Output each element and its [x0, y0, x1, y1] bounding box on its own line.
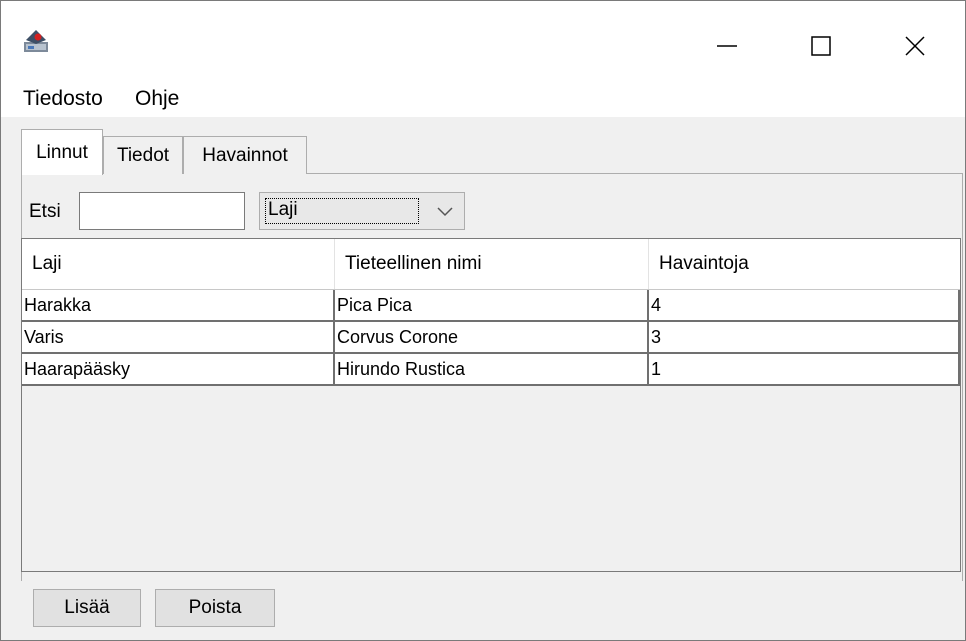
table-row[interactable]: Harakka Pica Pica 4 — [22, 290, 960, 322]
search-label: Etsi — [29, 201, 61, 222]
menu-ohje[interactable]: Ohje — [133, 85, 181, 113]
cell-laji[interactable]: Harakka — [22, 290, 335, 320]
tab-havainnot[interactable]: Havainnot — [183, 136, 307, 174]
remove-button[interactable]: Poista — [155, 589, 275, 627]
close-button[interactable] — [869, 15, 961, 77]
java-app-icon — [24, 30, 48, 52]
maximize-icon — [811, 36, 831, 56]
cell-tieteellinen-nimi[interactable]: Hirundo Rustica — [335, 354, 649, 384]
add-button[interactable]: Lisää — [33, 589, 141, 627]
birds-table: Laji Tieteellinen nimi Havaintoja Harakk… — [21, 238, 961, 572]
column-header-havaintoja[interactable]: Havaintoja — [649, 239, 960, 289]
minimize-button[interactable] — [681, 15, 773, 77]
cell-tieteellinen-nimi[interactable]: Corvus Corone — [335, 322, 649, 352]
maximize-button[interactable] — [775, 15, 867, 77]
minimize-icon — [717, 45, 737, 47]
menu-bar: Tiedosto Ohje — [1, 77, 965, 117]
table-row[interactable]: Haarapääsky Hirundo Rustica 1 — [22, 354, 960, 386]
close-icon — [905, 36, 925, 56]
cell-laji[interactable]: Haarapääsky — [22, 354, 335, 384]
cell-tieteellinen-nimi[interactable]: Pica Pica — [335, 290, 649, 320]
column-header-laji[interactable]: Laji — [22, 239, 335, 289]
select-value: Laji — [268, 199, 298, 220]
column-header-tieteellinen-nimi[interactable]: Tieteellinen nimi — [335, 239, 649, 289]
search-field-select[interactable]: Laji — [259, 192, 465, 230]
cell-havaintoja[interactable]: 4 — [649, 290, 960, 320]
tab-linnut[interactable]: Linnut — [21, 129, 103, 175]
tab-tiedot[interactable]: Tiedot — [103, 136, 183, 174]
table-row[interactable]: Varis Corvus Corone 3 — [22, 322, 960, 354]
cell-laji[interactable]: Varis — [22, 322, 335, 352]
cell-havaintoja[interactable]: 1 — [649, 354, 960, 384]
cell-havaintoja[interactable]: 3 — [649, 322, 960, 352]
menu-tiedosto[interactable]: Tiedosto — [21, 85, 105, 113]
app-window: Tiedosto Ohje Linnut Tiedot Havainnot Et… — [0, 0, 966, 641]
search-input[interactable] — [79, 192, 245, 230]
table-header: Laji Tieteellinen nimi Havaintoja — [22, 239, 960, 290]
chevron-down-icon — [437, 207, 453, 217]
title-bar[interactable] — [1, 1, 965, 77]
table-body: Harakka Pica Pica 4 Varis Corvus Corone … — [22, 290, 960, 386]
